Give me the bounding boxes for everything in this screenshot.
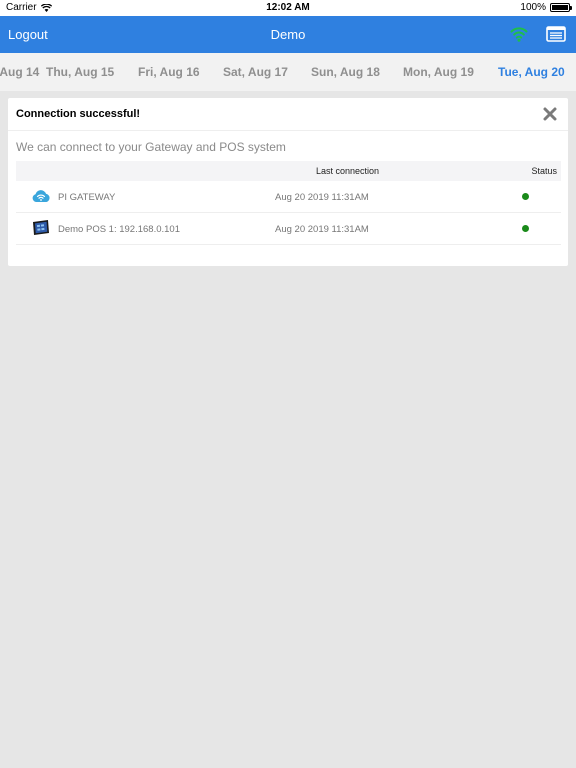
table-header: Last connection Status — [16, 161, 561, 181]
connection-message: We can connect to your Gateway and POS s… — [16, 140, 286, 154]
divider — [8, 130, 568, 131]
device-name: Demo POS 1: 192.168.0.101 — [58, 224, 180, 235]
page-title: Demo — [270, 27, 306, 42]
table-row: Demo POS 1: 192.168.0.101 Aug 20 2019 11… — [16, 213, 561, 245]
last-connection-time: Aug 20 2019 11:31AM — [275, 224, 369, 235]
date-tab[interactable]: Thu, Aug 15 — [46, 65, 114, 79]
date-tab[interactable]: Wed, Aug 14 — [0, 65, 39, 79]
battery-level — [552, 5, 568, 10]
cloud-wifi-icon — [32, 190, 50, 202]
card-title: Connection successful! — [16, 108, 141, 120]
status-indicator — [522, 193, 529, 200]
last-connection-time: Aug 20 2019 11:31AM — [275, 192, 369, 203]
column-header-last-connection: Last connection — [316, 166, 380, 176]
date-tab[interactable]: Sun, Aug 18 — [311, 65, 380, 79]
date-selector: Wed, Aug 14 Thu, Aug 15 Fri, Aug 16 Sat,… — [0, 53, 576, 91]
navigation-bar: Logout Demo — [0, 16, 576, 53]
device-name: PI GATEWAY — [58, 192, 116, 203]
date-tab[interactable]: Mon, Aug 19 — [403, 65, 474, 79]
date-tab-selected[interactable]: Tue, Aug 20 — [498, 65, 565, 79]
logout-button[interactable]: Logout — [8, 27, 48, 42]
status-bar: Carrier 12:02 AM 100% — [0, 0, 576, 16]
close-icon[interactable] — [542, 106, 558, 122]
date-tab[interactable]: Fri, Aug 16 — [138, 65, 200, 79]
battery-indicator: 100% — [520, 2, 572, 13]
pos-terminal-icon — [33, 220, 49, 235]
wifi-icon[interactable] — [510, 26, 528, 42]
connection-table: Last connection Status PI GATEWAY Aug 20… — [16, 161, 561, 245]
clock: 12:02 AM — [266, 2, 310, 13]
date-tab[interactable]: Sat, Aug 17 — [223, 65, 288, 79]
battery-icon — [550, 3, 572, 12]
connection-card: Connection successful! We can connect to… — [8, 98, 568, 266]
table-row: PI GATEWAY Aug 20 2019 11:31AM — [16, 181, 561, 213]
status-indicator — [522, 225, 529, 232]
battery-percent: 100% — [520, 2, 546, 13]
column-header-status: Status — [531, 166, 557, 176]
list-menu-icon[interactable] — [546, 26, 566, 42]
